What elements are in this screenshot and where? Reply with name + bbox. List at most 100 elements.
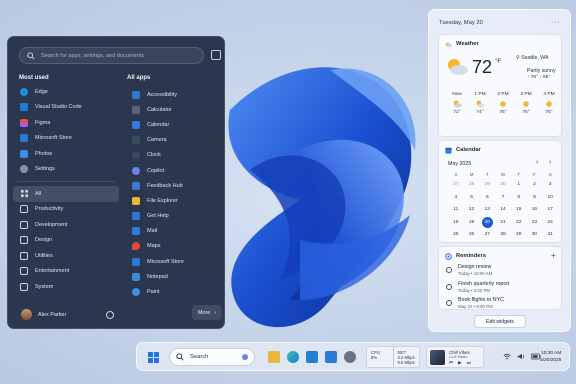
calendar-day[interactable]: 4 <box>448 192 464 205</box>
chevron-right-icon[interactable]: › <box>549 159 551 166</box>
hour-time: Now <box>452 92 462 97</box>
folder-utilities[interactable]: Utilities <box>13 248 119 264</box>
folder-design[interactable]: Design <box>13 233 119 249</box>
app-calculator[interactable]: Calculator <box>125 102 223 117</box>
app-calendar[interactable]: Calendar <box>125 117 223 132</box>
power-icon[interactable] <box>106 311 114 319</box>
reminders-card[interactable]: Reminders + Design review Today • 10:00 A… <box>438 246 562 310</box>
app-feedback-hub[interactable]: Feedback Hub <box>125 178 223 193</box>
calendar-day[interactable]: 12 <box>464 204 480 217</box>
edit-widgets-button[interactable]: Edit widgets <box>474 315 526 328</box>
calendar-day[interactable]: 21 <box>495 217 511 230</box>
calendar-day[interactable]: 24 <box>542 217 558 230</box>
calendar-day[interactable]: 1 <box>511 179 527 192</box>
calendar-card[interactable]: Calendar May 2025 ‹ › S M T W T F S 27 2… <box>438 140 562 243</box>
calendar-day[interactable]: 22 <box>511 217 527 230</box>
app-notepad[interactable]: Notepad <box>125 269 223 284</box>
checkbox-circle-icon[interactable] <box>446 284 452 290</box>
cpu-value: 8% <box>371 355 378 361</box>
calendar-day[interactable]: 31 <box>542 229 558 242</box>
calendar-day[interactable]: 17 <box>542 204 558 217</box>
calendar-day[interactable]: 27 <box>479 229 495 242</box>
app-settings[interactable]: Settings <box>13 162 119 178</box>
calendar-day[interactable]: 27 <box>448 179 464 192</box>
more-options-icon[interactable]: ··· <box>551 19 561 26</box>
reminder-item[interactable]: Finish quarterly report Today • 3:00 PM <box>446 281 558 293</box>
calendar-day[interactable]: 14 <box>495 204 511 217</box>
calendar-day[interactable]: 8 <box>511 192 527 205</box>
windows-start-icon[interactable] <box>148 352 159 363</box>
app-figma[interactable]: Figma <box>13 115 119 131</box>
calendar-day[interactable]: 26 <box>464 229 480 242</box>
app-photos[interactable]: Photos <box>13 146 119 162</box>
wifi-icon[interactable] <box>503 353 511 362</box>
calendar-day[interactable]: 2 <box>527 179 543 192</box>
app-camera[interactable]: Camera <box>125 133 223 148</box>
calendar-day[interactable]: 30 <box>495 179 511 192</box>
expand-icon[interactable] <box>211 50 221 60</box>
checkbox-circle-icon[interactable] <box>446 300 452 306</box>
file-explorer-icon[interactable] <box>268 351 280 363</box>
calendar-day[interactable]: 28 <box>495 229 511 242</box>
add-icon[interactable]: + <box>551 251 556 260</box>
app-edge[interactable]: Edge <box>13 84 119 100</box>
calendar-day[interactable]: 29 <box>511 229 527 242</box>
app-maps[interactable]: Maps <box>125 239 223 254</box>
calendar-day[interactable]: 11 <box>448 204 464 217</box>
calendar-day[interactable]: 25 <box>448 229 464 242</box>
next-icon[interactable]: ⏭ <box>467 360 471 366</box>
start-search-input[interactable] <box>41 52 201 59</box>
app-microsoft-store-2[interactable]: Microsoft Store <box>125 254 223 269</box>
media-widget[interactable]: Chill Vibes Lo-fi Radio ⏮ ▶ ⏭ <box>426 346 484 368</box>
taskbar-search-label: Search <box>190 354 209 360</box>
calendar-day[interactable]: 29 <box>479 179 495 192</box>
calendar-day-today[interactable]: 20 <box>479 216 495 230</box>
folder-all[interactable]: All <box>13 186 119 202</box>
chevron-left-icon[interactable]: ‹ <box>536 159 538 166</box>
play-icon[interactable]: ▶ <box>458 360 462 366</box>
system-clock[interactable]: 10:30 AM 5/20/2025 <box>540 350 561 364</box>
calendar-day[interactable]: 23 <box>527 217 543 230</box>
calendar-day[interactable]: 15 <box>511 204 527 217</box>
calendar-day[interactable]: 13 <box>479 204 495 217</box>
calendar-day[interactable]: 16 <box>527 204 543 217</box>
app-copilot[interactable]: Copilot <box>125 163 223 178</box>
app-vscode[interactable]: Visual Studio Code <box>13 100 119 116</box>
previous-icon[interactable]: ⏮ <box>449 360 453 366</box>
calendar-day[interactable]: 18 <box>448 217 464 230</box>
store-icon[interactable] <box>325 351 337 363</box>
app-get-help[interactable]: Get Help <box>125 209 223 224</box>
start-search-box[interactable] <box>19 47 204 64</box>
calendar-day[interactable]: 6 <box>479 192 495 205</box>
reminder-item[interactable]: Book flights to NYC May 22 • 8:00 PM <box>446 297 558 309</box>
app-accessibility[interactable]: Accessibility <box>125 87 223 102</box>
folder-development[interactable]: Development <box>13 217 119 233</box>
app-file-explorer[interactable]: File Explorer <box>125 193 223 208</box>
reminder-item[interactable]: Design review Today • 10:00 AM <box>446 264 558 276</box>
more-button[interactable]: More › <box>192 305 222 320</box>
user-account[interactable]: Alex Parker <box>21 309 66 320</box>
app-mail[interactable]: Mail <box>125 224 223 239</box>
calendar-day[interactable]: 5 <box>464 192 480 205</box>
folder-productivity[interactable]: Productivity <box>13 202 119 218</box>
gear-icon[interactable] <box>344 351 356 363</box>
calendar-day[interactable]: 10 <box>542 192 558 205</box>
app-paint[interactable]: Paint <box>125 284 223 299</box>
taskbar-search[interactable]: Search <box>169 348 255 366</box>
calendar-day[interactable]: 28 <box>464 179 480 192</box>
volume-icon[interactable] <box>517 353 525 362</box>
calendar-day[interactable]: 3 <box>542 179 558 192</box>
calendar-day[interactable]: 9 <box>527 192 543 205</box>
app-microsoft-store[interactable]: Microsoft Store <box>13 131 119 147</box>
performance-widget[interactable]: CPU 8% NET 3.2 Mbps 0.5 Mbps <box>366 346 420 368</box>
app-clock[interactable]: Clock <box>125 148 223 163</box>
weather-card[interactable]: Weather 72 °F ⚲ Seattle, WA Partly sunny… <box>438 34 562 137</box>
edge-icon[interactable] <box>287 351 299 363</box>
checkbox-circle-icon[interactable] <box>446 267 452 273</box>
vscode-icon[interactable] <box>306 351 318 363</box>
calendar-day[interactable]: 19 <box>464 217 480 230</box>
calendar-day[interactable]: 7 <box>495 192 511 205</box>
folder-entertainment[interactable]: Entertainment <box>13 264 119 280</box>
folder-system[interactable]: System <box>13 279 119 295</box>
calendar-day[interactable]: 30 <box>527 229 543 242</box>
